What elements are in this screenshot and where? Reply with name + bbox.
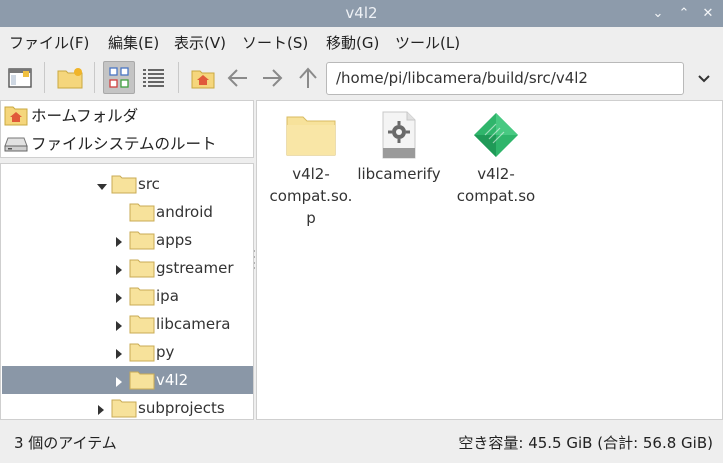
expander-right-icon[interactable] xyxy=(114,374,124,392)
folder-icon xyxy=(129,202,155,226)
arrow-up-icon xyxy=(299,66,317,88)
tree-item[interactable]: src xyxy=(2,170,253,198)
menu-bar: ファイル(F) 編集(E) 表示(V) ソート(S) 移動(G) ツール(L) xyxy=(0,27,723,56)
tree-item-label: subprojects xyxy=(138,399,225,417)
address-bar[interactable]: /home/pi/libcamera/build/src/v4l2 xyxy=(326,62,684,95)
toolbar-separator xyxy=(44,62,45,93)
file-item[interactable]: v4l2- compat.so.p xyxy=(265,107,357,229)
tree-item[interactable]: android xyxy=(2,198,253,226)
folder-icon xyxy=(129,370,155,394)
folder-icon xyxy=(129,314,155,338)
folder-icon xyxy=(129,342,155,366)
place-home-label: ホームフォルダ xyxy=(31,107,139,125)
forward-button[interactable] xyxy=(256,61,288,94)
maximize-button[interactable]: ⌃ xyxy=(674,4,694,24)
drive-icon xyxy=(4,137,28,152)
arrow-left-icon xyxy=(227,68,247,87)
list-view-button[interactable] xyxy=(138,61,170,94)
toolbar-separator xyxy=(178,62,179,93)
place-root[interactable]: ファイルシステムのルート xyxy=(4,130,217,156)
free-space: 空き容量: 45.5 GiB (合計: 56.8 GiB) xyxy=(458,434,713,452)
file-name: v4l2- compat.so xyxy=(456,165,536,205)
icon-view-icon xyxy=(109,66,129,88)
menu-edit[interactable]: 編集(E) xyxy=(108,32,159,53)
home-folder-icon xyxy=(4,106,28,126)
file-name: libcamerify xyxy=(357,165,441,183)
tree-item-label: py xyxy=(156,343,175,361)
menu-file[interactable]: ファイル(F) xyxy=(9,32,89,53)
tree-item-label: apps xyxy=(156,231,193,249)
places-pane: ホームフォルダ ファイルシステムのルート xyxy=(0,100,254,158)
expander-right-icon[interactable] xyxy=(114,290,124,308)
back-button[interactable] xyxy=(222,61,254,94)
menu-go[interactable]: 移動(G) xyxy=(326,32,379,53)
minimize-button[interactable]: ⌄ xyxy=(648,4,668,24)
tree-item[interactable]: ipa xyxy=(2,282,253,310)
expander-right-icon[interactable] xyxy=(114,234,124,252)
file-item[interactable]: v4l2- compat.so xyxy=(450,107,542,207)
tree-item-label: android xyxy=(156,203,213,221)
home-button[interactable] xyxy=(187,61,219,94)
tree-item[interactable]: py xyxy=(2,338,253,366)
tree-item[interactable]: apps xyxy=(2,226,253,254)
window-title: v4l2 xyxy=(345,4,378,22)
script-gear-icon xyxy=(353,107,445,163)
expander-right-icon[interactable] xyxy=(96,402,106,419)
tree-item-label: v4l2 xyxy=(156,371,189,389)
menu-view[interactable]: 表示(V) xyxy=(174,32,226,53)
expander-right-icon[interactable] xyxy=(114,318,124,336)
shared-library-icon xyxy=(450,107,542,163)
chevron-down-icon xyxy=(698,75,710,83)
folder-icon xyxy=(111,398,137,419)
close-button[interactable]: ✕ xyxy=(698,4,718,24)
up-button[interactable] xyxy=(292,61,324,94)
new-folder-button[interactable] xyxy=(54,61,86,94)
toolbar-separator xyxy=(94,62,95,93)
tree-item-label: libcamera xyxy=(156,315,231,333)
tree-item[interactable]: gstreamer xyxy=(2,254,253,282)
icon-view-button[interactable] xyxy=(103,61,135,94)
menu-tools[interactable]: ツール(L) xyxy=(395,32,460,53)
file-item[interactable]: libcamerify xyxy=(353,107,445,185)
folder-icon xyxy=(265,107,357,163)
new-folder-icon xyxy=(57,67,83,88)
tree-item[interactable]: libcamera xyxy=(2,310,253,338)
new-window-button[interactable] xyxy=(4,61,36,94)
place-root-label: ファイルシステムのルート xyxy=(31,135,217,153)
folder-icon xyxy=(129,258,155,282)
tree-item-label: gstreamer xyxy=(156,259,234,277)
new-window-icon xyxy=(8,67,32,88)
place-home[interactable]: ホームフォルダ xyxy=(4,102,138,128)
tree-item[interactable]: v4l2 xyxy=(2,366,253,394)
status-bar: 3 個のアイテム 空き容量: 45.5 GiB (合計: 56.8 GiB) xyxy=(0,420,723,463)
expander-right-icon[interactable] xyxy=(114,262,124,280)
folder-icon xyxy=(111,174,137,198)
directory-tree: src android apps gstreamer ipa libcamera py v4l… xyxy=(0,163,254,420)
item-count: 3 個のアイテム xyxy=(14,434,117,452)
expander-right-icon[interactable] xyxy=(114,346,124,364)
menu-sort[interactable]: ソート(S) xyxy=(242,32,308,53)
list-view-icon xyxy=(143,68,164,87)
arrow-right-icon xyxy=(263,68,283,87)
folder-icon xyxy=(129,230,155,254)
tree-item[interactable]: subprojects xyxy=(2,394,253,419)
tree-item-label: src xyxy=(138,175,160,193)
folder-icon xyxy=(129,286,155,310)
tree-item-label: ipa xyxy=(156,287,179,305)
address-history-button[interactable] xyxy=(690,64,718,94)
file-name: v4l2- compat.so.p xyxy=(269,165,353,227)
file-view[interactable]: v4l2- compat.so.p libcamerify v4l2- compat… xyxy=(256,100,723,420)
title-bar[interactable]: v4l2 ⌄ ⌃ ✕ xyxy=(0,0,723,27)
home-folder-icon xyxy=(191,70,215,88)
expander-down-icon[interactable] xyxy=(96,178,108,196)
